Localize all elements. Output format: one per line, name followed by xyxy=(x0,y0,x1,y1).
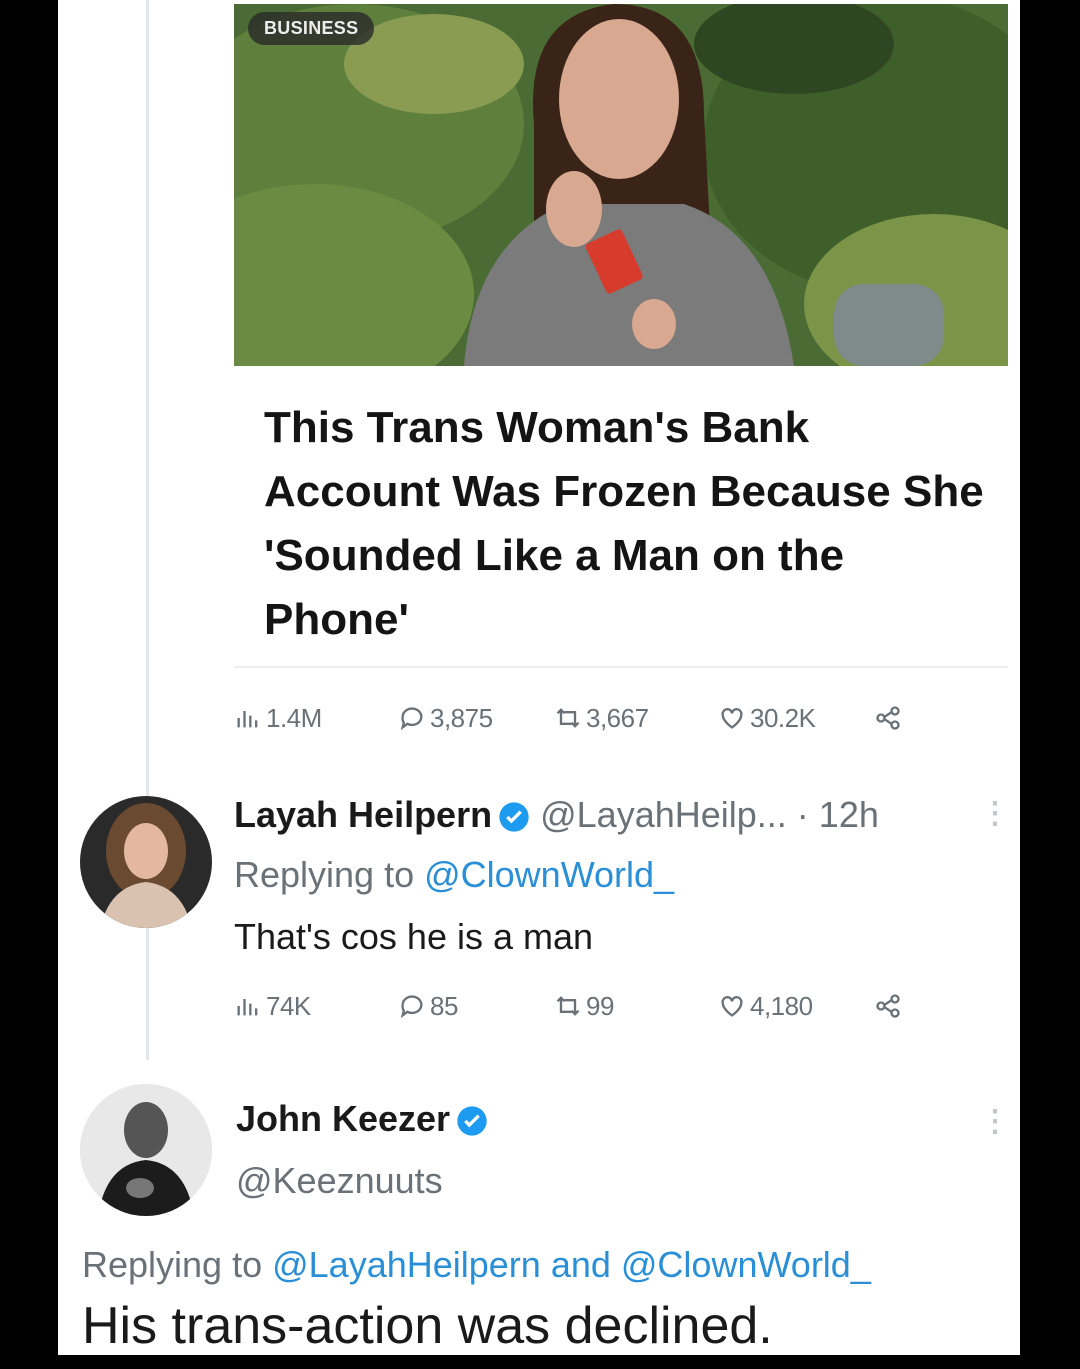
like-metric[interactable]: 4,180 xyxy=(718,986,813,1026)
article-title: This Trans Woman's Bank Account Was Froz… xyxy=(264,403,984,644)
reply1-name[interactable]: Layah Heilpern xyxy=(234,794,492,835)
views-icon xyxy=(237,999,258,1016)
verified-icon xyxy=(499,802,529,833)
retweet-metric[interactable]: 99 xyxy=(554,986,614,1026)
more-icon[interactable]: ⋮ xyxy=(980,1104,1010,1139)
avatar-layah[interactable] xyxy=(80,796,212,928)
share-icon xyxy=(876,706,900,730)
article-link-card[interactable]: This Trans Woman's Bank Account Was Froz… xyxy=(234,366,1008,668)
reply1-time[interactable]: 12h xyxy=(819,794,879,835)
reply-count: 85 xyxy=(430,990,458,1021)
replying-to-prefix: Replying to xyxy=(82,1244,273,1285)
like-icon xyxy=(721,708,743,729)
retweet-count: 99 xyxy=(586,990,614,1021)
reply1-replying-to: Replying to @ClownWorld_ xyxy=(234,854,674,896)
avatar-image xyxy=(80,1084,212,1216)
mention-layahheilpern[interactable]: @LayahHeilpern xyxy=(272,1244,541,1285)
reply-count: 3,875 xyxy=(430,702,493,733)
verified-icon xyxy=(457,1106,487,1137)
article-image[interactable]: BUSINESS xyxy=(234,4,1008,366)
views-metric[interactable]: 74K xyxy=(234,986,311,1026)
avatar-image xyxy=(80,796,212,928)
like-count: 4,180 xyxy=(750,990,813,1021)
reply-icon xyxy=(400,707,423,731)
reply1-header: Layah Heilpern @LayahHeilp... · 12h xyxy=(234,794,879,836)
views-count: 74K xyxy=(266,990,311,1021)
retweet-metric[interactable]: 3,667 xyxy=(554,698,649,738)
reply-metric[interactable]: 3,875 xyxy=(398,698,493,738)
reply2-handle[interactable]: @Keeznuuts xyxy=(236,1160,443,1202)
share-button[interactable] xyxy=(874,698,902,738)
like-count: 30.2K xyxy=(750,702,816,733)
replying-to-prefix: Replying to xyxy=(234,854,425,895)
reply2-text: His trans-action was declined. xyxy=(82,1297,773,1355)
reply1-time-separator: · xyxy=(786,794,819,835)
views-metric[interactable]: 1.4M xyxy=(234,698,322,738)
retweet-count: 3,667 xyxy=(586,702,649,733)
article-photo xyxy=(234,4,1008,366)
reply-metric[interactable]: 85 xyxy=(398,986,458,1026)
share-button[interactable] xyxy=(874,986,902,1026)
retweet-icon xyxy=(556,996,580,1016)
reply1-text: That's cos he is a man xyxy=(234,916,594,957)
retweet-icon xyxy=(556,708,580,728)
more-icon[interactable]: ⋮ xyxy=(980,796,1010,831)
reply2-name[interactable]: John Keezer xyxy=(236,1098,450,1139)
mention-clownworld[interactable]: @ClownWorld_ xyxy=(424,854,674,895)
reply-icon xyxy=(400,995,423,1019)
reply2-header: John Keezer xyxy=(236,1098,488,1140)
share-icon xyxy=(876,994,900,1018)
views-icon xyxy=(237,711,258,728)
replying-and: and xyxy=(540,1244,621,1285)
mention-clownworld[interactable]: @ClownWorld_ xyxy=(621,1244,871,1285)
reply1-handle[interactable]: @LayahHeilp... xyxy=(540,794,787,835)
reply2-replying-to: Replying to @LayahHeilpern and @ClownWor… xyxy=(82,1244,871,1286)
screenshot-frame: BUSINESS This Trans Woman's Bank Account… xyxy=(58,0,1020,1355)
views-count: 1.4M xyxy=(266,702,322,733)
like-metric[interactable]: 30.2K xyxy=(718,698,816,738)
like-icon xyxy=(721,996,743,1017)
category-badge: BUSINESS xyxy=(248,12,375,45)
avatar-john[interactable] xyxy=(80,1084,212,1216)
